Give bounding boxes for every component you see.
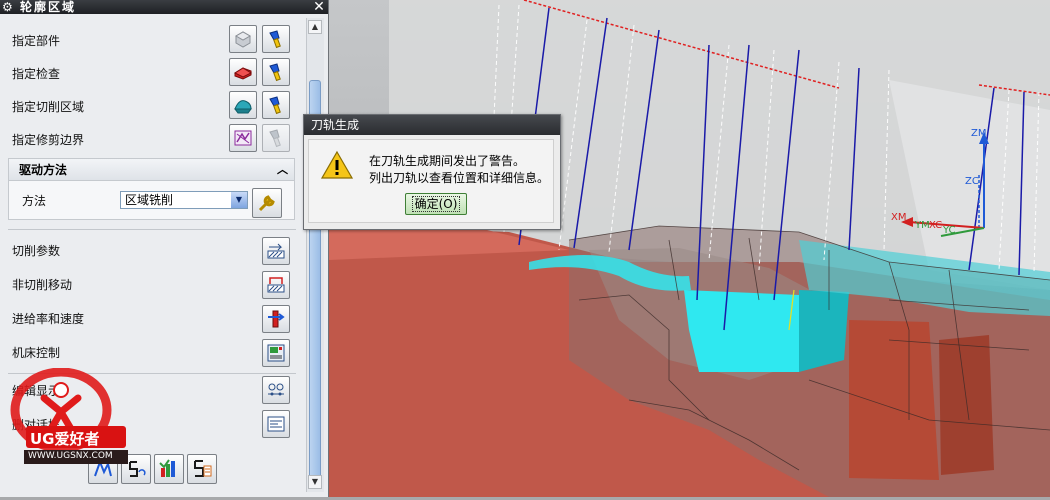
warning-dialog-title: 刀轨生成 — [304, 115, 560, 135]
ok-button[interactable]: 确定(O) — [405, 193, 467, 215]
graphics-viewport[interactable]: ZM ZC XM YM XC YC — [329, 0, 1050, 497]
cut-parameters-label: 切削参数 — [12, 244, 61, 258]
machine-control-button[interactable] — [262, 339, 290, 367]
method-select-value: 区域铣削 — [125, 193, 174, 207]
logo-text: UG爱好者 — [30, 430, 100, 448]
edit-display-button[interactable] — [262, 376, 290, 404]
row-label-specify-check: 指定检查 — [12, 67, 61, 81]
triad-label-xc: XC — [929, 220, 943, 231]
verify-toolpath-button[interactable] — [154, 454, 184, 484]
operation-dialog: ⚙ 轮廓区域 ✕ 指定部件 指定检查 指定切削区域 指定修剪边界 驱动方法 ︿ … — [0, 0, 329, 497]
warning-icon — [321, 150, 353, 179]
machine-control-label: 机床控制 — [12, 346, 61, 360]
toolpath-warning-dialog: 刀轨生成 在刀轨生成期间发出了警告。 列出刀轨以查看位置和详细信息。 确定(O) — [303, 114, 561, 230]
triad-label-yc: YC — [943, 225, 956, 236]
triad-label-zc: ZC — [965, 176, 979, 187]
method-select[interactable]: 区域铣削 ▼ — [120, 191, 248, 209]
select-check-button[interactable] — [229, 58, 257, 86]
non-cutting-moves-label: 非切削移动 — [12, 278, 73, 292]
triad-label-ym: YM — [915, 220, 930, 231]
chevron-down-icon[interactable]: ▼ — [231, 192, 247, 208]
ok-button-label: 确定(O) — [411, 196, 461, 212]
select-cut-area-button[interactable] — [229, 91, 257, 119]
scroll-down-arrow[interactable]: ▼ — [308, 475, 322, 489]
gear-icon[interactable]: ⚙ — [2, 0, 16, 14]
dialog-title: 轮廓区域 — [20, 0, 77, 14]
chevron-up-icon[interactable]: ︿ — [277, 159, 288, 181]
cut-parameters-button[interactable] — [262, 237, 290, 265]
row-label-specify-cut-area: 指定切削区域 — [12, 100, 85, 114]
flashlight-display-cut-area-button[interactable] — [262, 91, 290, 119]
dialog-options-button[interactable] — [262, 410, 290, 438]
edit-drive-method-button[interactable] — [252, 188, 282, 218]
scroll-up-arrow[interactable]: ▲ — [308, 20, 322, 34]
row-label-specify-part: 指定部件 — [12, 34, 61, 48]
flashlight-display-part-button[interactable] — [262, 25, 290, 53]
drive-method-title: 驱动方法 — [19, 163, 68, 177]
warning-dialog-body: 在刀轨生成期间发出了警告。 列出刀轨以查看位置和详细信息。 确定(O) — [308, 139, 554, 223]
triad-label-xm: XM — [891, 212, 907, 223]
select-part-button[interactable] — [229, 25, 257, 53]
feeds-speeds-button[interactable] — [262, 305, 290, 333]
warning-message-line1: 在刀轨生成期间发出了警告。 — [369, 154, 526, 168]
triad-label-zm: ZM — [971, 128, 987, 139]
row-label-specify-trim-boundary: 指定修剪边界 — [12, 133, 85, 147]
logo-url: WWW.UGSNX.COM — [28, 451, 113, 461]
list-toolpath-button[interactable] — [187, 454, 217, 484]
flashlight-display-trim-button[interactable] — [262, 124, 290, 152]
non-cutting-moves-button[interactable] — [262, 271, 290, 299]
flashlight-display-check-button[interactable] — [262, 58, 290, 86]
select-trim-boundary-button[interactable] — [229, 124, 257, 152]
divider — [8, 229, 296, 230]
dialog-title-bar: ⚙ 轮廓区域 ✕ — [0, 0, 328, 14]
panel-scrollbar[interactable]: ▲ ▼ — [306, 18, 324, 492]
drive-method-header[interactable]: 驱动方法 ︿ — [9, 159, 294, 181]
method-label: 方法 — [22, 194, 47, 208]
close-icon[interactable]: ✕ — [312, 0, 326, 14]
warning-message-line2: 列出刀轨以查看位置和详细信息。 — [369, 171, 550, 185]
ug-enthusiast-logo: UG爱好者 WWW.UGSNX.COM — [6, 367, 130, 478]
feeds-speeds-label: 进给率和速度 — [12, 312, 85, 326]
